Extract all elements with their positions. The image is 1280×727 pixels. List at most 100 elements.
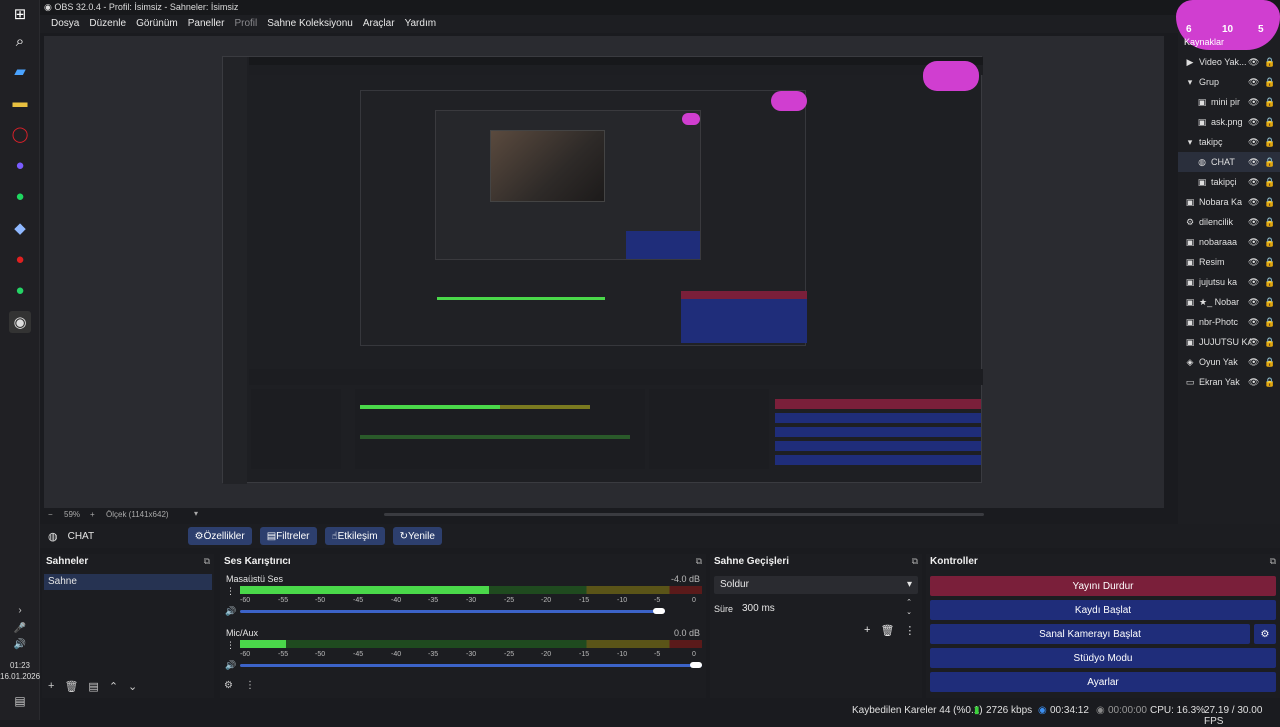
zoom-in-icon[interactable]: + bbox=[90, 510, 95, 519]
move-down-icon[interactable]: ⌄ bbox=[128, 680, 137, 693]
source-item[interactable]: ▾ Grup 👁 🔒 bbox=[1178, 72, 1280, 92]
obs-icon[interactable]: ◉ bbox=[9, 311, 31, 333]
notification-icon[interactable]: ▤ bbox=[9, 690, 31, 712]
lock-icon[interactable]: 🔒 bbox=[1264, 77, 1275, 88]
visibility-eye-icon[interactable]: 👁 bbox=[1248, 77, 1259, 88]
visibility-eye-icon[interactable]: 👁 bbox=[1248, 377, 1259, 388]
source-item[interactable]: ▣ Nobara Ka 👁 🔒 bbox=[1178, 192, 1280, 212]
stop-streaming-button[interactable]: Yayını Durdur bbox=[930, 576, 1276, 596]
visibility-eye-icon[interactable]: 👁 bbox=[1248, 317, 1259, 328]
advanced-audio-icon[interactable]: ⚙ bbox=[224, 680, 233, 691]
scene-filter-icon[interactable]: ▤ bbox=[88, 680, 98, 693]
transition-menu-icon[interactable]: ⋮ bbox=[904, 624, 915, 637]
visibility-eye-icon[interactable]: 👁 bbox=[1248, 237, 1259, 248]
discord-icon[interactable]: ● bbox=[9, 154, 31, 176]
visibility-eye-icon[interactable]: 👁 bbox=[1248, 257, 1259, 268]
channel-menu-icon[interactable]: ⋮ bbox=[226, 640, 235, 651]
undock-icon[interactable]: ⧉ bbox=[696, 556, 702, 567]
visibility-eye-icon[interactable]: 👁 bbox=[1248, 97, 1259, 108]
studio-mode-button[interactable]: Stüdyo Modu bbox=[930, 648, 1276, 668]
menu-profile[interactable]: Profil bbox=[229, 15, 262, 33]
source-item[interactable]: ▣ nobaraaa 👁 🔒 bbox=[1178, 232, 1280, 252]
visibility-eye-icon[interactable]: 👁 bbox=[1248, 337, 1259, 348]
visibility-eye-icon[interactable]: 👁 bbox=[1248, 177, 1259, 188]
lock-icon[interactable]: 🔒 bbox=[1264, 137, 1275, 148]
delete-scene-icon[interactable]: 🗑 bbox=[64, 680, 78, 693]
visibility-eye-icon[interactable]: 👁 bbox=[1248, 357, 1259, 368]
undock-icon[interactable]: ⧉ bbox=[204, 556, 210, 567]
windows-start-icon[interactable]: ⊞ bbox=[9, 3, 31, 25]
mixer-menu-icon[interactable]: ⋮ bbox=[245, 680, 255, 691]
lock-icon[interactable]: 🔒 bbox=[1264, 197, 1275, 208]
lock-icon[interactable]: 🔒 bbox=[1264, 277, 1275, 288]
source-item[interactable]: ▣ JUJUTSU KAI 👁 🔒 bbox=[1178, 332, 1280, 352]
move-up-icon[interactable]: ⌃ bbox=[109, 680, 118, 693]
spotify-icon[interactable]: ● bbox=[9, 185, 31, 207]
steam-icon[interactable]: ◆ bbox=[9, 217, 31, 239]
lock-icon[interactable]: 🔒 bbox=[1264, 97, 1275, 108]
source-item[interactable]: ▶ Video Yak... 👁 🔒 bbox=[1178, 52, 1280, 72]
source-item[interactable]: ▾ takipç 👁 🔒 bbox=[1178, 132, 1280, 152]
transition-select[interactable]: Soldur ▾ bbox=[714, 576, 918, 594]
source-item[interactable]: ◍ CHAT 👁 🔒 bbox=[1178, 152, 1280, 172]
file-explorer-icon[interactable]: ▬ bbox=[9, 91, 31, 113]
visibility-eye-icon[interactable]: 👁 bbox=[1248, 217, 1259, 228]
scale-label[interactable]: Ölçek (1141x642) bbox=[106, 510, 169, 519]
visibility-eye-icon[interactable]: 👁 bbox=[1248, 197, 1259, 208]
source-item[interactable]: ▣ ★_ Nobar 👁 🔒 bbox=[1178, 292, 1280, 312]
source-item[interactable]: ◈ Oyun Yak 👁 🔒 bbox=[1178, 352, 1280, 372]
visibility-eye-icon[interactable]: 👁 bbox=[1248, 277, 1259, 288]
volume-slider-knob[interactable] bbox=[690, 662, 702, 668]
menu-scene-collection[interactable]: Sahne Koleksiyonu bbox=[262, 15, 358, 33]
menu-view[interactable]: Görünüm bbox=[131, 15, 183, 33]
start-recording-button[interactable]: Kaydı Başlat bbox=[930, 600, 1276, 620]
lock-icon[interactable]: 🔒 bbox=[1264, 357, 1275, 368]
menu-edit[interactable]: Düzenle bbox=[84, 15, 131, 33]
lock-icon[interactable]: 🔒 bbox=[1264, 337, 1275, 348]
lock-icon[interactable]: 🔒 bbox=[1264, 157, 1275, 168]
add-scene-icon[interactable]: + bbox=[48, 680, 54, 693]
channel-menu-icon[interactable]: ⋮ bbox=[226, 586, 235, 597]
source-item[interactable]: ▣ takipçi 👁 🔒 bbox=[1178, 172, 1280, 192]
source-item[interactable]: ▭ Ekran Yak 👁 🔒 bbox=[1178, 372, 1280, 392]
source-item[interactable]: ▣ Resim 👁 🔒 bbox=[1178, 252, 1280, 272]
visibility-eye-icon[interactable]: 👁 bbox=[1248, 297, 1259, 308]
start-virtual-camera-button[interactable]: Sanal Kamerayı Başlat bbox=[930, 624, 1250, 644]
lock-icon[interactable]: 🔒 bbox=[1264, 257, 1275, 268]
lock-icon[interactable]: 🔒 bbox=[1264, 377, 1275, 388]
properties-button[interactable]: ⚙ Özellikler bbox=[187, 527, 252, 545]
source-item[interactable]: ▣ mini pir 👁 🔒 bbox=[1178, 92, 1280, 112]
undock-icon[interactable]: ⧉ bbox=[912, 556, 918, 567]
visibility-eye-icon[interactable]: 👁 bbox=[1248, 157, 1259, 168]
zoom-out-icon[interactable]: − bbox=[48, 510, 53, 519]
scale-dropdown-icon[interactable]: ▾ bbox=[194, 509, 198, 518]
preview-scrollbar[interactable] bbox=[384, 513, 984, 516]
search-icon[interactable]: ⌕ bbox=[9, 30, 31, 52]
app-red-icon[interactable]: ● bbox=[9, 248, 31, 270]
virtual-camera-settings-icon[interactable]: ⚙ bbox=[1254, 624, 1276, 644]
lock-icon[interactable]: 🔒 bbox=[1264, 57, 1275, 68]
duration-input[interactable]: 300 ms ⌃ ⌄ bbox=[736, 599, 918, 618]
whatsapp-icon[interactable]: ● bbox=[9, 279, 31, 301]
volume-slider[interactable] bbox=[240, 610, 665, 613]
refresh-button[interactable]: ↻ Yenile bbox=[392, 527, 442, 545]
speaker-icon[interactable]: 🔊 bbox=[225, 606, 236, 617]
source-item[interactable]: ▣ ask.png 👁 🔒 bbox=[1178, 112, 1280, 132]
volume-slider[interactable] bbox=[240, 664, 702, 667]
lock-icon[interactable]: 🔒 bbox=[1264, 297, 1275, 308]
add-transition-icon[interactable]: + bbox=[864, 624, 870, 637]
visibility-eye-icon[interactable]: 👁 bbox=[1248, 137, 1259, 148]
scene-item[interactable]: Sahne bbox=[44, 574, 212, 590]
opera-icon[interactable]: ◯ bbox=[9, 123, 31, 145]
volume-slider-knob[interactable] bbox=[653, 608, 665, 614]
interact-button[interactable]: ☝ Etkileşim bbox=[324, 527, 385, 545]
undock-icon[interactable]: ⧉ bbox=[1270, 556, 1276, 567]
source-item[interactable]: ▣ jujutsu ka 👁 🔒 bbox=[1178, 272, 1280, 292]
menu-docks[interactable]: Paneller bbox=[183, 15, 230, 33]
menu-tools[interactable]: Araçlar bbox=[358, 15, 400, 33]
lock-icon[interactable]: 🔒 bbox=[1264, 317, 1275, 328]
menu-file[interactable]: Dosya bbox=[46, 15, 84, 33]
filters-button[interactable]: ▤ Filtreler bbox=[259, 527, 317, 545]
lock-icon[interactable]: 🔒 bbox=[1264, 217, 1275, 228]
source-item[interactable]: ▣ nbr-Photc 👁 🔒 bbox=[1178, 312, 1280, 332]
